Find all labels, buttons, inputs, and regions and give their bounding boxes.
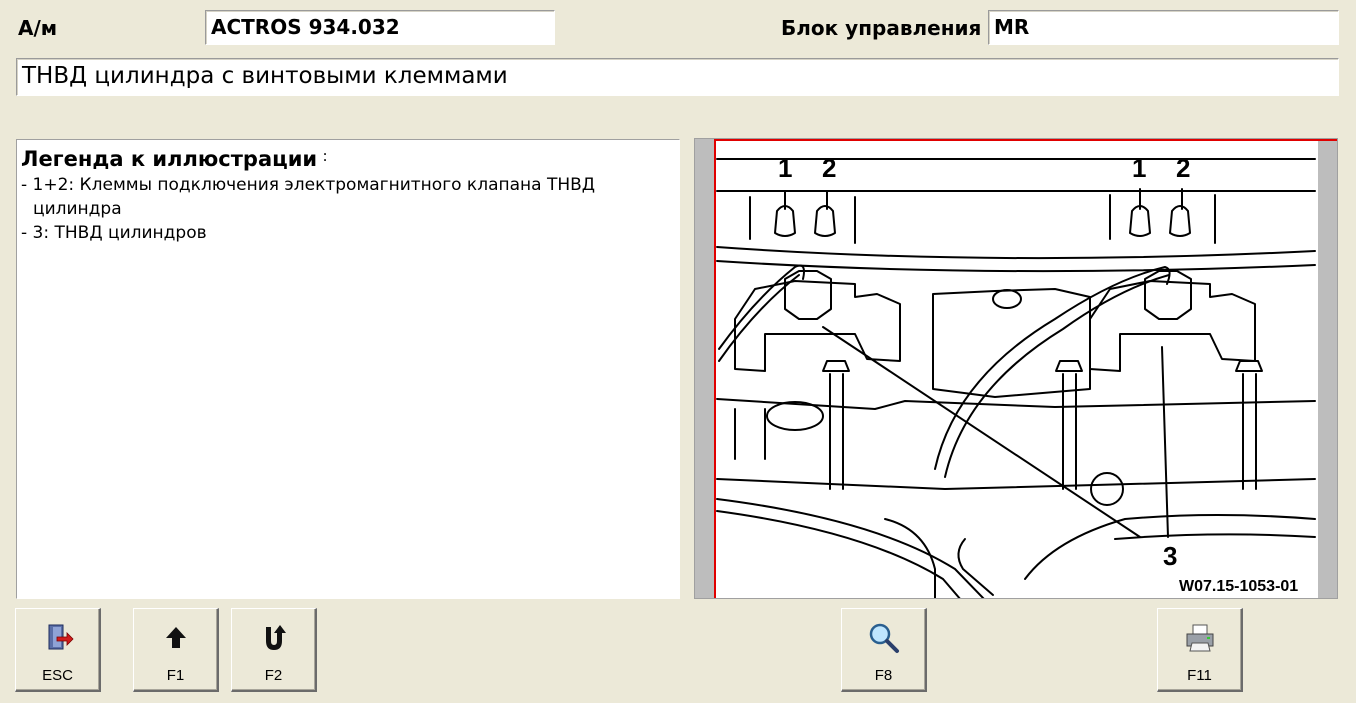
arrow-up-icon: [165, 627, 186, 648]
callout-1-left: 1: [778, 153, 792, 183]
ecu-label: Блок управления: [781, 16, 982, 40]
exit-door-icon: [48, 624, 74, 650]
esc-button[interactable]: ESC: [15, 608, 101, 692]
vehicle-label: А/м: [18, 16, 58, 40]
f2-button[interactable]: F2: [231, 608, 317, 692]
callout-2-left: 2: [822, 153, 836, 183]
u-turn-icon: [265, 625, 286, 650]
printer-icon: [1186, 624, 1213, 652]
callout-2-right: 2: [1176, 153, 1190, 183]
magnifier-icon: [869, 623, 899, 653]
legend-heading-text: Легенда к иллюстрации: [21, 147, 318, 171]
esc-button-label: ESC: [42, 667, 73, 684]
legend-heading: Легенда к иллюстрации :: [21, 145, 675, 173]
f8-button-label: F8: [874, 667, 893, 684]
f11-button-label: F11: [1187, 667, 1212, 684]
illustration-panel: 1 2 1 2 3 W07.15-1053-01: [694, 138, 1338, 599]
figure-id: W07.15-1053-01: [1179, 578, 1298, 595]
callout-3: 3: [1163, 541, 1177, 571]
legend-item: - 1+2: Клеммы подключения электромагнитн…: [21, 175, 596, 219]
f2-button-label: F2: [264, 667, 283, 684]
f1-button-label: F1: [166, 667, 185, 684]
ecu-field[interactable]: MR: [988, 10, 1339, 45]
f1-button[interactable]: F1: [133, 608, 219, 692]
f11-button[interactable]: F11: [1157, 608, 1243, 692]
callout-1-right: 1: [1132, 153, 1146, 183]
vehicle-field[interactable]: ACTROS 934.032: [205, 10, 555, 45]
f8-button[interactable]: F8: [841, 608, 927, 692]
legend-heading-colon: :: [322, 147, 328, 165]
page-title: ТНВД цилиндра с винтовыми клеммами: [16, 58, 1339, 96]
legend-panel: Легенда к иллюстрации : - 1+2: Клеммы по…: [16, 139, 680, 599]
legend-item: - 3: ТНВД цилиндров: [21, 223, 207, 243]
fuel-pump-drawing: 1 2 1 2 3 W07.15-1053-01: [695, 139, 1337, 598]
